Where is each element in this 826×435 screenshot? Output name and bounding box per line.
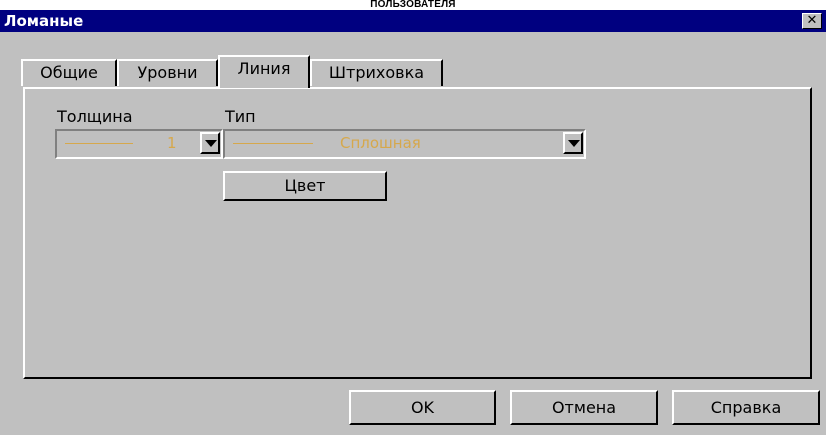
line-type-sample	[233, 143, 313, 144]
cancel-button[interactable]: Отмена	[510, 390, 658, 425]
close-button[interactable]: ✕	[802, 13, 822, 29]
thickness-combobox[interactable]: 1	[55, 129, 223, 159]
type-label: Тип	[225, 107, 256, 126]
close-icon: ✕	[806, 13, 818, 28]
tab-hatching[interactable]: Штриховка	[310, 59, 443, 86]
line-type-dropdown-button[interactable]	[563, 132, 583, 154]
help-button[interactable]: Справка	[672, 390, 820, 425]
line-type-combobox[interactable]: Сплошная	[223, 129, 586, 159]
tab-line[interactable]: Линия	[218, 55, 310, 88]
tab-panel-line: Толщина 1 Тип Сплошная Цвет	[23, 87, 812, 379]
tab-general[interactable]: Общие	[21, 59, 117, 86]
title-bar[interactable]: Ломаные ✕	[0, 10, 826, 32]
thickness-line-sample	[65, 143, 133, 144]
thickness-dropdown-button[interactable]	[200, 132, 220, 154]
thickness-label: Толщина	[57, 107, 133, 126]
line-type-value: Сплошная	[340, 134, 421, 152]
color-button[interactable]: Цвет	[223, 171, 387, 201]
thickness-value: 1	[167, 134, 177, 152]
window-title: Ломаные	[4, 12, 84, 30]
dialog-window: Ломаные ✕ Общие Уровни Линия Штриховка Т…	[0, 10, 826, 435]
ok-button[interactable]: OK	[349, 390, 496, 425]
tab-levels[interactable]: Уровни	[117, 59, 218, 86]
chevron-down-icon	[568, 140, 580, 147]
chevron-down-icon	[205, 140, 217, 147]
